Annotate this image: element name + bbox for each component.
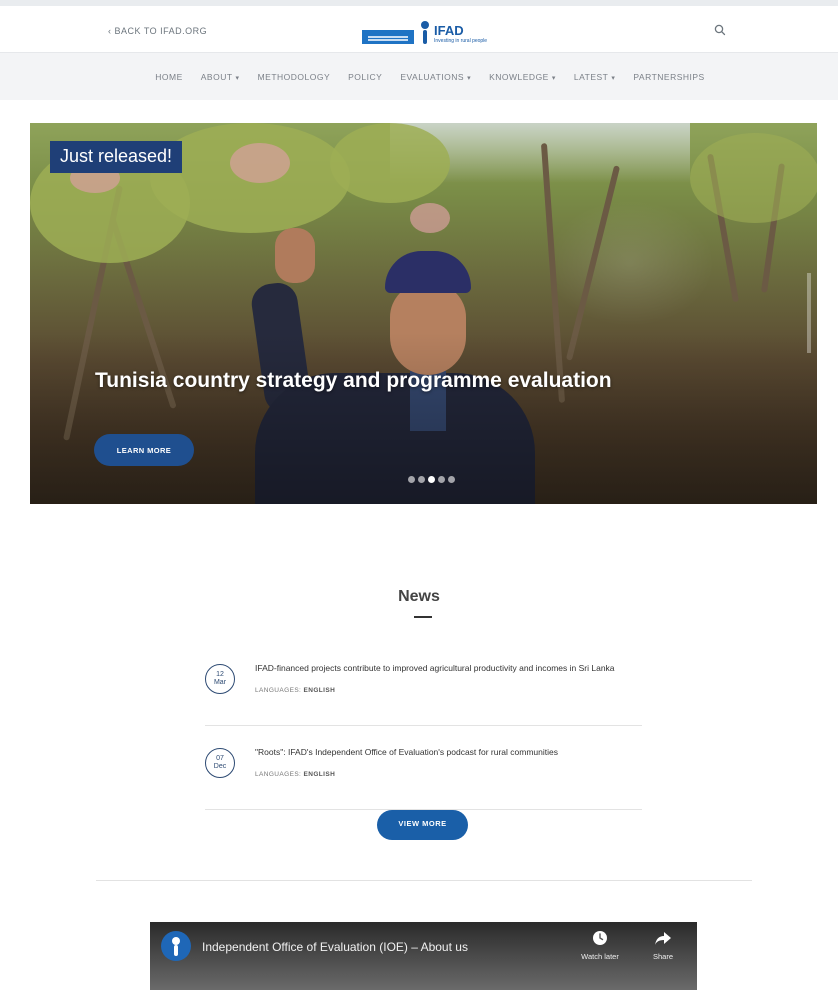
ioe-logo-badge (362, 30, 414, 44)
nav-item-evaluations[interactable]: EVALUATIONS ▾ (400, 72, 471, 82)
site-header: ‹ BACK TO IFAD.ORG IFAD Investing in rur… (0, 8, 838, 52)
nav-item-home[interactable]: HOME (155, 72, 183, 82)
date-badge: 12 Mar (205, 664, 235, 694)
date-badge: 07 Dec (205, 748, 235, 778)
carousel-dot[interactable] (438, 476, 445, 483)
watch-later-button[interactable]: Watch later (575, 930, 625, 961)
learn-more-button[interactable]: LEARN MORE (94, 434, 194, 466)
news-item[interactable]: 07 Dec "Roots": IFAD's Independent Offic… (205, 730, 642, 810)
hero-carousel[interactable]: Just released! Tunisia country strategy … (30, 123, 817, 504)
search-icon (714, 24, 726, 36)
chevron-down-icon: ▾ (611, 75, 616, 82)
share-label: Share (652, 952, 673, 961)
carousel-dot[interactable] (428, 476, 435, 483)
carousel-indicators (408, 476, 455, 483)
carousel-dot[interactable] (418, 476, 425, 483)
chevron-down-icon: ▾ (235, 75, 240, 82)
share-arrow-icon (655, 932, 671, 945)
date-day: 07 (216, 755, 224, 762)
watch-later-label: Watch later (581, 952, 619, 961)
view-more-button[interactable]: VIEW MORE (377, 810, 468, 840)
nav-item-latest[interactable]: LATEST ▾ (574, 72, 616, 82)
language-value[interactable]: ENGLISH (303, 687, 335, 694)
news-languages: LANGUAGES: ENGLISH (255, 687, 336, 694)
nav-item-about[interactable]: ABOUT ▾ (201, 72, 240, 82)
news-languages: LANGUAGES: ENGLISH (255, 771, 336, 778)
ifad-logo[interactable]: IFAD Investing in rural people (362, 18, 487, 50)
news-heading: News (398, 588, 440, 605)
chevron-down-icon: ▾ (551, 75, 556, 82)
channel-avatar[interactable] (161, 931, 191, 961)
video-embed[interactable]: Independent Office of Evaluation (IOE) –… (150, 922, 697, 990)
nav-item-partnerships[interactable]: PARTNERSHIPS (633, 72, 704, 82)
news-item[interactable]: 12 Mar IFAD-financed projects contribute… (205, 646, 642, 726)
carousel-dot[interactable] (448, 476, 455, 483)
nav-item-methodology[interactable]: METHODOLOGY (258, 72, 331, 82)
news-title-link[interactable]: "Roots": IFAD's Independent Office of Ev… (255, 748, 645, 757)
language-value[interactable]: ENGLISH (303, 771, 335, 778)
carousel-dot[interactable] (408, 476, 415, 483)
logo-name: IFAD (434, 22, 464, 38)
main-nav: HOME ABOUT ▾ METHODOLOGY POLICY EVALUATIONS ▾ K… (0, 52, 838, 100)
logo-tagline: Investing in rural people (434, 37, 488, 44)
news-title-link[interactable]: IFAD-financed projects contribute to imp… (255, 664, 645, 673)
section-divider (96, 880, 752, 881)
clock-icon (593, 931, 607, 945)
nav-item-policy[interactable]: POLICY (348, 72, 382, 82)
video-title[interactable]: Independent Office of Evaluation (IOE) –… (202, 940, 468, 954)
search-button[interactable] (712, 22, 728, 38)
date-day: 12 (216, 671, 224, 678)
just-released-badge: Just released! (50, 141, 183, 173)
heading-underline (414, 616, 432, 618)
share-button[interactable]: Share (638, 930, 688, 961)
date-month: Dec (213, 763, 227, 770)
chevron-down-icon: ▾ (467, 75, 472, 82)
photo-credit (807, 273, 811, 353)
hero-title: Tunisia country strategy and programme e… (95, 369, 612, 392)
top-strip (0, 0, 838, 6)
date-month: Mar (213, 679, 227, 686)
ifad-figure-icon (418, 21, 432, 47)
nav-item-knowledge[interactable]: KNOWLEDGE ▾ (489, 72, 556, 82)
back-to-ifad-link[interactable]: ‹ BACK TO IFAD.ORG (108, 26, 207, 36)
